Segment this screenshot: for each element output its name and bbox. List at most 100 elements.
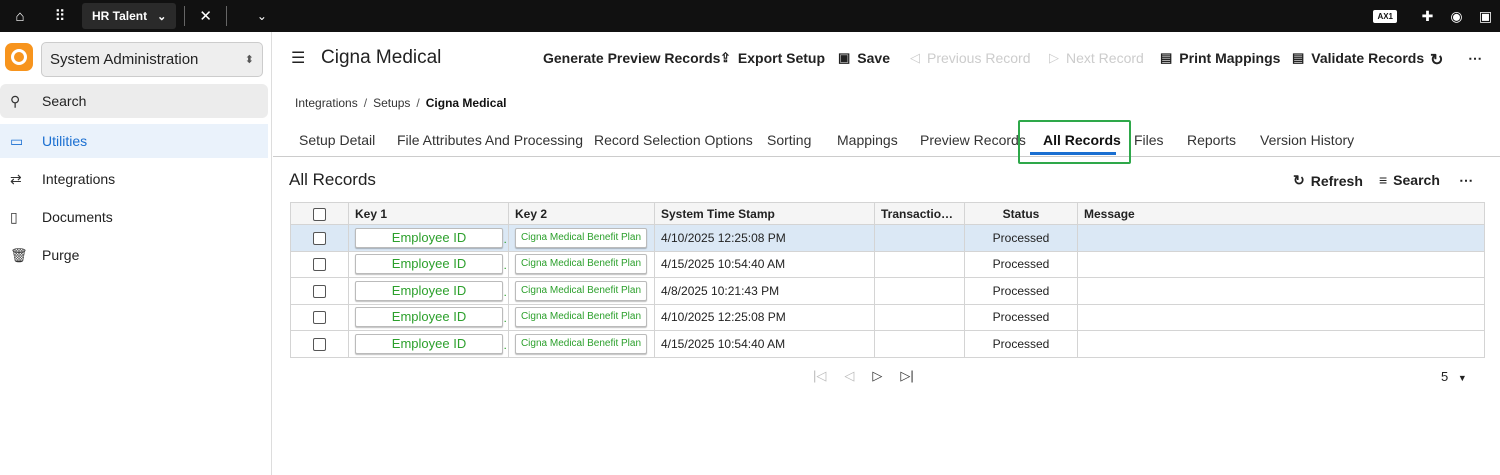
key2-cell: Cigna Medical Benefit Plan [508,330,655,358]
reload-icon[interactable]: ↻ [1430,50,1443,70]
table-row[interactable]: Employee ID Cigna Medical Benefit Plan 4… [290,303,1485,331]
breadcrumb-integrations[interactable]: Integrations [295,96,358,110]
tab-preview-records[interactable]: Preview Records [920,132,1026,148]
key1-button[interactable]: Employee ID [355,254,503,275]
row-checkbox[interactable] [313,258,326,272]
button-label: Next Record [1066,50,1144,66]
sidebar-item-label: Documents [42,209,113,225]
key2-button[interactable]: Cigna Medical Benefit Plan [515,307,647,328]
next-page-icon[interactable]: ▷ [872,368,882,384]
button-label: Generate Preview Records [543,50,721,66]
column-header[interactable]: Key 1 [348,202,509,225]
grid-icon[interactable]: ⠿ [40,0,80,32]
table-row[interactable]: Employee ID Cigna Medical Benefit Plan 4… [290,330,1485,358]
transaction-cell [874,224,965,252]
panel-icon[interactable]: ▣ [1471,8,1500,25]
transaction-cell [874,250,965,278]
breadcrumb-current: Cigna Medical [425,96,507,110]
caret-down-icon: ▼ [1457,373,1467,383]
sidebar-item-label: Search [42,93,87,109]
page-size-select[interactable]: 5 ▼ [1441,369,1467,384]
message-cell [1077,303,1485,331]
table-row[interactable]: Employee ID Cigna Medical Benefit Plan 4… [290,277,1485,305]
row-checkbox[interactable] [313,311,326,325]
generate-preview-button[interactable]: Generate Preview Records [543,50,720,66]
row-checkbox[interactable] [313,337,326,351]
key2-button[interactable]: Cigna Medical Benefit Plan [515,254,647,275]
tab-files[interactable]: Files [1134,132,1164,148]
arrow-right-icon: ▷ [1049,50,1059,65]
key2-button[interactable]: Cigna Medical Benefit Plan [515,227,647,248]
chevron-down-icon[interactable]: ⌄ [257,9,267,23]
menu-icon[interactable]: ☰ [291,48,305,68]
sidebar-item-utilities[interactable]: ▭ Utilities [0,124,268,158]
chevron-down-icon[interactable]: ⌄ [157,10,166,23]
sidebar-item-documents[interactable]: ▯ Documents [0,200,268,234]
close-icon[interactable]: ✕ [193,7,218,25]
button-label: Validate Records [1311,50,1425,66]
tab-setup-detail[interactable]: Setup Detail [299,132,375,148]
sidebar-item-search[interactable]: ⚲ Search [0,84,268,118]
button-label: Export Setup [737,50,826,66]
column-header[interactable]: Transaction... [874,202,965,225]
search-button[interactable]: ≡ Search [1379,172,1440,188]
top-bar: ⌂ ⠿ HR Talent ⌄ ✕ ⌄ AX1 ✚ ◉ ▣ [0,0,1500,32]
search-icon: ⚲ [10,92,21,109]
app-logo [5,43,33,71]
key2-button[interactable]: Cigna Medical Benefit Plan [515,280,647,301]
pagination: |◁ ◁ ▷ ▷| [813,368,914,384]
tab-all-records[interactable]: All Records [1043,132,1121,148]
medical-cross-icon[interactable]: ✚ [1413,8,1442,25]
module-selector-label: System Administration [50,51,199,68]
column-header[interactable]: System Time Stamp [654,202,875,225]
key1-button[interactable]: Employee ID [355,280,503,301]
sidebar-item-purge[interactable]: 🗑 Purge [0,238,268,272]
tab-mappings[interactable]: Mappings [837,132,898,148]
app-tab[interactable]: HR Talent ⌄ [82,3,177,29]
column-header[interactable]: Status [964,202,1078,225]
previous-record-button[interactable]: ◁ Previous Record [910,50,1031,66]
key1-button[interactable]: Employee ID [355,227,503,248]
next-record-button[interactable]: ▷ Next Record [1049,50,1144,66]
more-icon[interactable]: ⋯ [1468,50,1482,67]
key1-button[interactable]: Employee ID [355,333,503,354]
sidebar-item-integrations[interactable]: ⇄ Integrations [0,162,268,196]
message-cell [1077,224,1485,252]
tab-sorting[interactable]: Sorting [767,132,811,148]
row-checkbox[interactable] [313,284,326,298]
print-mappings-button[interactable]: ▤ Print Mappings [1160,50,1280,66]
sidebar: System Administration ⬍ ⚲ Search ▭ Utili… [0,32,272,475]
table-row[interactable]: Employee ID Cigna Medical Benefit Plan 4… [290,250,1485,278]
select-all-checkbox[interactable] [313,207,326,221]
home-icon[interactable]: ⌂ [0,0,40,32]
arrow-left-icon: ◁ [910,50,920,65]
prev-page-icon[interactable]: ◁ [844,368,854,384]
export-setup-button[interactable]: ⇪ Export Setup [720,50,825,66]
breadcrumb-setups[interactable]: Setups [373,96,410,110]
status-cell: Processed [964,250,1078,278]
status-cell: Processed [964,330,1078,358]
module-selector[interactable]: System Administration ⬍ [41,42,263,77]
validate-records-button[interactable]: ▤ Validate Records [1292,50,1424,66]
tab-version-history[interactable]: Version History [1260,132,1354,148]
row-select-cell [290,224,349,252]
document-icon: ▯ [10,208,18,225]
first-page-icon[interactable]: |◁ [813,368,826,384]
key1-cell: Employee ID [348,330,509,358]
row-checkbox[interactable] [313,231,326,245]
last-page-icon[interactable]: ▷| [900,368,913,384]
environment-badge: AX1 [1373,9,1397,23]
key2-button[interactable]: Cigna Medical Benefit Plan [515,333,647,354]
user-circle-icon[interactable]: ◉ [1442,8,1471,25]
save-button[interactable]: ▣ Save [838,50,890,66]
column-header[interactable]: Key 2 [508,202,655,225]
tab-record-selection[interactable]: Record Selection Options [594,132,753,148]
key1-button[interactable]: Employee ID [355,307,503,328]
tab-file-attributes[interactable]: File Attributes And Processing [397,132,583,148]
refresh-button[interactable]: ↻ Refresh [1293,172,1363,189]
more-icon[interactable]: ⋯ [1459,172,1473,189]
table-row[interactable]: Employee ID Cigna Medical Benefit Plan 4… [290,224,1485,252]
key2-cell: Cigna Medical Benefit Plan [508,277,655,305]
column-header[interactable]: Message [1077,202,1485,225]
tab-reports[interactable]: Reports [1187,132,1236,148]
